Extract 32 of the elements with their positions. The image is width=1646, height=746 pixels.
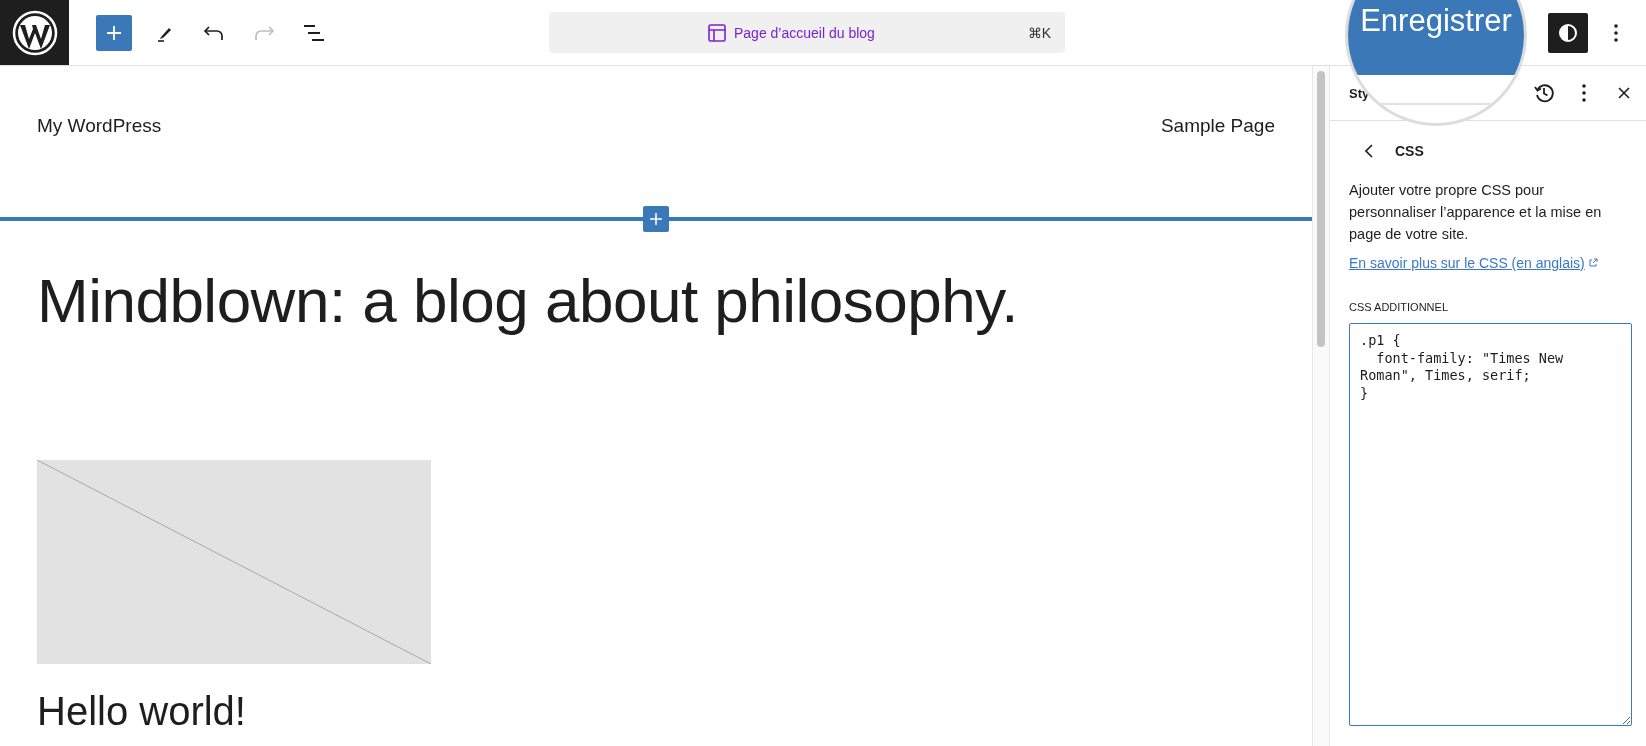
kebab-icon [1614,23,1618,42]
plus-icon [649,212,663,226]
close-icon [1617,86,1631,100]
save-button[interactable]: Enregistrer [1348,0,1524,75]
chevron-left-icon [1365,144,1373,158]
plus-icon [106,24,122,41]
field-label: CSS ADDITIONNEL [1349,301,1450,313]
redo-icon [253,24,275,41]
css-input-field[interactable]: .p1 { font-family: "Times New Roman", Times, serif; } [1349,323,1632,726]
description-text: Ajouter votre propre CSS pour personnaliser l’apparence et la mise en page de votre site. [1349,181,1603,244]
wordpress-logo[interactable] [0,0,69,65]
undo-icon [203,24,225,41]
page-heading: Mindblown: a blog about philosophy. [37,265,1019,337]
styles-button[interactable] [1548,12,1588,53]
learn-more-link[interactable]: En savoir plus sur le CSS (en anglais) [1349,255,1598,271]
shortcut-hint: ⌘K [1027,24,1051,41]
document-title: Page d’accueil du blog [734,24,875,41]
nav-link[interactable]: Sample Page [1160,115,1275,136]
site-title[interactable]: My WordPress [37,115,162,137]
add-block-button[interactable] [96,14,132,51]
external-link-icon [1587,258,1598,268]
half-circle-icon [1558,22,1578,43]
post-title[interactable]: Hello world! [37,688,1312,735]
section-title: CSS [1395,143,1424,159]
history-icon [1533,82,1555,104]
layout-icon [707,22,727,43]
list-view-icon [303,23,325,42]
insert-block-button[interactable] [643,206,669,232]
wordpress-icon [10,8,59,57]
scrollbar-thumb[interactable] [1317,71,1325,347]
kebab-icon [1582,84,1586,102]
command-bar[interactable]: Page d’accueil du blog ⌘K [549,12,1065,53]
